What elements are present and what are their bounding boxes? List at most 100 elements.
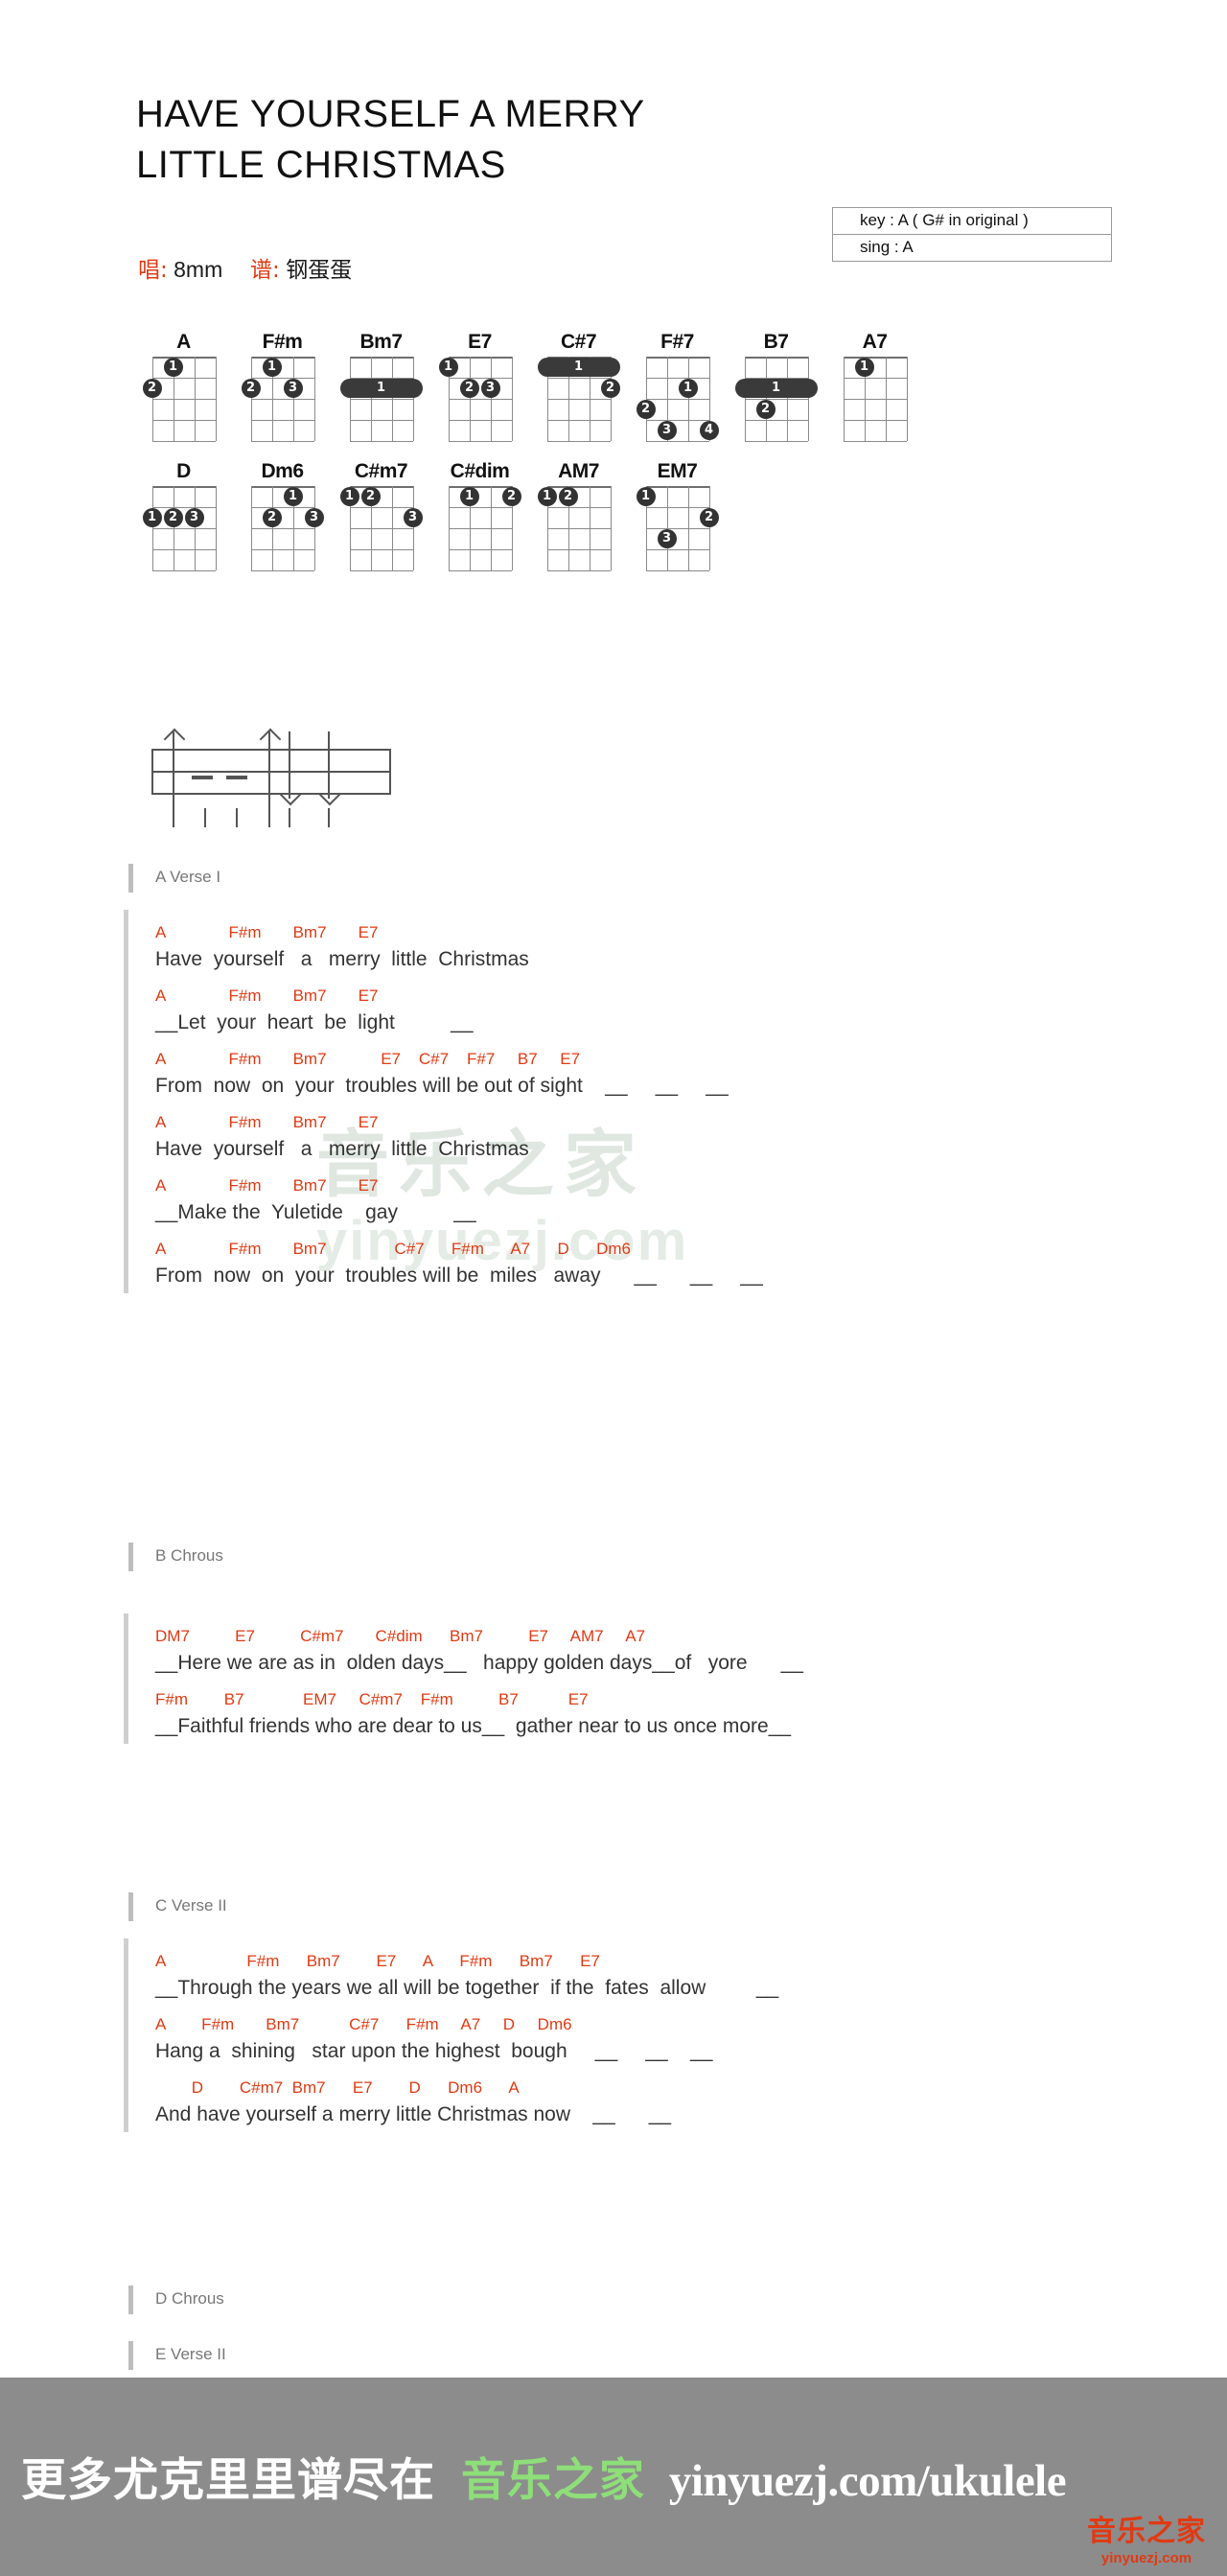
chord-finger-dot: 1 xyxy=(636,487,656,506)
lyric-block: A F#m Bm7 E7 A F#m Bm7 E7 __Through the y… xyxy=(124,1938,778,2142)
chord-diagram: F#7 1 2 3 4 xyxy=(628,331,727,443)
chord-fretboard: 1 23 4 xyxy=(636,357,719,443)
chord-finger-dot: 3 xyxy=(184,508,204,527)
section-label-b-chrous: B Chrous xyxy=(128,1543,223,1571)
section-label-c-verse-ii: C Verse II xyxy=(128,1892,227,1921)
chord-fretboard: 123 xyxy=(339,486,423,572)
chord-line: A F#m Bm7 E7 A F#m Bm7 E7 xyxy=(155,1952,600,1970)
chord-fretboard: 1 xyxy=(843,357,908,443)
chord-diagram: EM7 1 2 3 xyxy=(628,460,727,572)
chord-diagram: C#m7 1 2 3 xyxy=(332,460,430,572)
chord-finger-dot: 1 xyxy=(459,487,479,506)
chord-finger-dot: 2 xyxy=(459,379,479,398)
arranger-value: 钢蛋蛋 xyxy=(286,257,353,282)
section-label-text: C Verse II xyxy=(155,1896,227,1915)
lyric-line: From now on your troubles will be out of… xyxy=(155,1075,729,1097)
chord-diagram: B7 1 2 xyxy=(727,331,825,443)
chord-diagram-row-1: A 1 2 F#m 1 2 3 Bm7 1 E7 1 2 3 C#7 1 2 F#7 1 2 3 4 B7 1 2 A7 1 xyxy=(134,331,924,443)
chord-finger-dot: 3 xyxy=(480,379,500,398)
chord-finger-dot: 2 xyxy=(241,379,261,398)
chord-finger-dot: 1 xyxy=(438,358,458,377)
footer-url[interactable]: yinyuezj.com/ukulele xyxy=(669,2456,1067,2506)
chord-finger-dot: 3 xyxy=(657,529,677,548)
chord-fretboard: 12 xyxy=(142,357,217,443)
chord-diagram-name: F#m xyxy=(262,331,303,353)
chord-diagram-name: D xyxy=(176,460,191,482)
chord-finger-dot: 3 xyxy=(403,508,423,527)
lyric-line-group: F#m B7 EM7 C#m7 F#m B7 E7 __Faithful frie… xyxy=(155,1690,803,1753)
chord-finger-dot: 2 xyxy=(755,400,776,419)
chord-diagram-area: A 1 2 F#m 1 2 3 Bm7 1 E7 1 2 3 C#7 1 2 F#7 1 2 3 4 B7 1 2 A7 1 D1… xyxy=(134,331,924,572)
footer-chinese: 更多尤克里里谱尽在 xyxy=(21,2454,435,2507)
lyric-line-group: A F#m Bm7 E7 Have yourself a merry little… xyxy=(155,923,763,986)
chord-finger-dot: 2 xyxy=(360,487,381,506)
chord-diagram-row-2: D 1 2 3 Dm6 1 2 3 C#m7 1 2 3 C#dim 1 2 AM7 1 2 EM7 1 2 3 xyxy=(134,460,924,572)
chord-line: A F#m Bm7 E7 xyxy=(155,1176,379,1195)
chord-finger-dot: 2 xyxy=(262,508,282,527)
lyric-block-marker-bar xyxy=(124,1613,128,1744)
lyric-line-group: A F#m Bm7 C#7 F#m A7 D Dm6 From now on yo… xyxy=(155,1240,763,1303)
sing-row: sing : A xyxy=(860,238,914,256)
chord-finger-dot: 2 xyxy=(699,508,719,527)
chord-fretboard: 1 xyxy=(339,357,423,443)
chord-line: DM7 E7 C#m7 C#dim Bm7 E7 AM7 A7 xyxy=(155,1627,646,1645)
lyric-block: DM7 E7 C#m7 C#dim Bm7 E7 AM7 A7 __Here we… xyxy=(124,1613,803,1753)
lyric-line-group: A F#m Bm7 E7 Have yourself a merry little… xyxy=(155,1113,763,1176)
footer-text: 更多尤克里里谱尽在 音乐之家 yinyuezj.com/ukulele xyxy=(21,2443,1067,2509)
lyric-line: Hang a shining star upon the highest bou… xyxy=(155,2040,713,2062)
chord-finger-dot: 1 xyxy=(283,487,303,506)
chord-diagram: A 12 xyxy=(134,331,233,443)
chord-barre: 1 xyxy=(734,379,818,398)
chord-finger-dot: 1 xyxy=(854,358,874,377)
chord-diagram: C#dim 1 2 xyxy=(430,460,529,572)
chord-line: A F#m Bm7 C#7 F#m A7 D Dm6 xyxy=(155,1240,631,1258)
lyric-line-group: D C#m7 Bm7 E7 D Dm6 A And have yourself a… xyxy=(155,2078,778,2142)
chord-fretboard: 123 xyxy=(438,357,513,443)
lyric-line: __Faithful friends who are dear to us__ … xyxy=(155,1715,792,1737)
chord-line: A F#m Bm7 E7 xyxy=(155,923,379,941)
chord-diagram: Bm7 1 xyxy=(332,331,430,443)
footer-brand: 音乐之家 xyxy=(460,2454,645,2507)
section-label-a-verse-i: A Verse I xyxy=(128,864,220,893)
lyric-line: Have yourself a merry little Christmas xyxy=(155,948,529,970)
lyric-block: A F#m Bm7 E7 Have yourself a merry little… xyxy=(124,910,763,1303)
chord-diagram: E7 1 2 3 xyxy=(430,331,529,443)
lyric-line: __Make the Yuletide gay __ xyxy=(155,1201,476,1223)
chord-diagram: A7 1 xyxy=(825,331,924,443)
lyric-line-group: A F#m Bm7 E7 C#7 F#7 B7 E7 From now on yo… xyxy=(155,1050,763,1113)
chord-diagram-name: F#7 xyxy=(660,331,694,353)
chord-line: D C#m7 Bm7 E7 D Dm6 A xyxy=(155,2078,520,2097)
chord-finger-dot: 2 xyxy=(636,400,656,419)
byline: 唱: 8mm 谱: 钢蛋蛋 xyxy=(138,251,352,284)
chord-diagram-name: E7 xyxy=(468,331,492,353)
lyric-block-marker-bar xyxy=(124,1938,128,2132)
chord-diagram: F#m 1 2 3 xyxy=(233,331,332,443)
chord-line: A F#m Bm7 E7 C#7 F#7 B7 E7 xyxy=(155,1050,581,1068)
chord-diagram: AM7 1 2 xyxy=(529,460,628,572)
chord-fretboard: 12 xyxy=(734,357,818,443)
chord-line: A F#m Bm7 E7 xyxy=(155,986,379,1005)
chord-fretboard: 1 2 3 xyxy=(636,486,719,572)
chord-finger-dot: 2 xyxy=(501,487,521,506)
chord-fretboard: 12 xyxy=(448,486,521,572)
lyric-line: From now on your troubles will be miles … xyxy=(155,1265,763,1287)
chord-fretboard: 123 xyxy=(250,486,324,572)
chord-diagram-name: C#7 xyxy=(560,331,597,353)
section-label-d-chrous: D Chrous xyxy=(128,2286,224,2314)
lyric-line-group: A F#m Bm7 E7 __Let your heart be light __ xyxy=(155,986,763,1050)
arranger-label: 谱: xyxy=(250,258,280,283)
chord-finger-dot: 3 xyxy=(657,421,677,440)
chord-finger-dot: 3 xyxy=(283,379,303,398)
lyric-line-group: A F#m Bm7 E7 A F#m Bm7 E7 __Through the y… xyxy=(155,1952,778,2015)
chord-barre: 1 xyxy=(537,358,620,377)
chord-diagram-name: Bm7 xyxy=(359,331,403,353)
lyric-line: __Here we are as in olden days__ happy g… xyxy=(155,1652,803,1674)
chord-diagram-name: B7 xyxy=(763,331,789,353)
chord-diagram: C#7 1 2 xyxy=(529,331,628,443)
section-marker-bar xyxy=(128,2341,133,2370)
lyric-line: __Let your heart be light __ xyxy=(155,1011,474,1033)
section-label-e-verse-ii: E Verse II xyxy=(128,2341,226,2370)
chord-line: F#m B7 EM7 C#m7 F#m B7 E7 xyxy=(155,1690,589,1708)
chord-fretboard: 123 xyxy=(142,486,217,572)
chord-finger-dot: 1 xyxy=(163,358,183,377)
